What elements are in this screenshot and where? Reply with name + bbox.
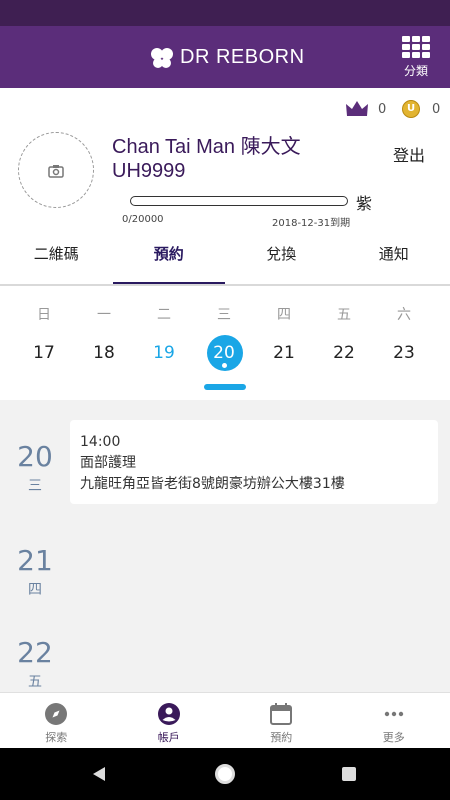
weekday-label: 五 <box>337 307 351 323</box>
date-cell[interactable]: 21 <box>254 336 314 372</box>
more-icon <box>384 711 403 717</box>
weekday-label: 二 <box>157 307 171 323</box>
day-weekday: 四 <box>28 582 42 598</box>
appointment-time: 14:00 <box>80 434 121 450</box>
expiry-date: 2018-12-31到期 <box>272 218 351 229</box>
butterfly-logo-icon <box>151 47 173 68</box>
brand-logo: DR REBORN <box>150 46 305 69</box>
member-id: UH9999 <box>112 160 186 182</box>
weekday-label: 六 <box>397 307 411 323</box>
tab-qrcode[interactable]: 二維碼 <box>0 238 113 286</box>
day-number: 21 <box>17 544 53 577</box>
recent-apps-icon[interactable] <box>342 767 356 781</box>
app-bar: DR REBORN 分類 <box>0 26 450 88</box>
status-bar <box>0 0 450 26</box>
nav-account[interactable]: 帳戶 <box>113 693 226 748</box>
weekday-label: 四 <box>277 307 291 323</box>
tab-booking[interactable]: 預約 <box>112 238 226 286</box>
nav-label: 更多 <box>382 731 405 744</box>
nav-explore[interactable]: 探索 <box>0 693 113 748</box>
day-header: 21 四 <box>0 544 70 599</box>
coin-icon: U <box>402 100 420 118</box>
weekday-label: 日 <box>37 307 51 323</box>
date-cell[interactable]: 23 <box>374 336 434 372</box>
day-header: 20 三 <box>0 440 70 495</box>
bottom-navigation: 探索 帳戶 預約 更多 <box>0 692 450 748</box>
weekday-label: 三 <box>217 307 231 323</box>
crown-count: 0 <box>378 102 387 117</box>
appointment-card[interactable]: 14:00 面部護理 九龍旺角亞皆老街8號朗豪坊辦公大樓31樓 <box>70 420 438 504</box>
points-progress-bar <box>130 196 348 206</box>
system-navigation-bar <box>0 748 450 800</box>
tab-notification[interactable]: 通知 <box>338 238 450 286</box>
day-weekday: 五 <box>28 674 42 690</box>
week-drag-handle[interactable] <box>204 384 246 390</box>
profile-card: 0 U 0 Chan Tai Man 陳大文 UH9999 登出 紫 0/200… <box>0 88 450 238</box>
date-cell[interactable]: 22 <box>314 336 374 372</box>
date-cell[interactable]: 17 <box>14 336 74 372</box>
weekday-label: 一 <box>97 307 111 323</box>
appointment-service: 面部護理 <box>80 455 136 471</box>
crown-icon <box>346 101 368 116</box>
brand-name: DR REBORN <box>180 46 305 68</box>
avatar[interactable] <box>18 132 94 208</box>
appointment-address: 九龍旺角亞皆老街8號朗豪坊辦公大樓31樓 <box>80 476 345 492</box>
account-icon <box>157 703 180 725</box>
tab-bar: 二維碼 預約 兌換 通知 <box>0 238 450 286</box>
date-cell-today[interactable]: 19 <box>134 336 194 372</box>
home-icon[interactable] <box>215 764 235 784</box>
tab-redeem[interactable]: 兌換 <box>225 238 338 286</box>
category-label: 分類 <box>403 64 428 78</box>
week-calendar: 日 一 二 三 四 五 六 17 18 19 20 21 22 23 <box>0 286 450 400</box>
nav-booking[interactable]: 預約 <box>225 693 338 748</box>
camera-icon <box>48 165 64 178</box>
event-dot <box>222 363 227 368</box>
back-icon[interactable] <box>92 766 106 782</box>
compass-icon <box>45 703 68 725</box>
nav-label: 帳戶 <box>157 731 180 744</box>
day-number: 22 <box>17 636 53 669</box>
logout-button[interactable]: 登出 <box>393 142 425 166</box>
weekday-row: 日 一 二 三 四 五 六 <box>14 304 434 324</box>
nav-label: 預約 <box>270 731 293 744</box>
nav-more[interactable]: 更多 <box>338 693 450 748</box>
nav-label: 探索 <box>45 731 68 744</box>
day-weekday: 三 <box>28 478 42 494</box>
grid-icon <box>402 36 430 58</box>
coin-count: 0 <box>432 102 441 117</box>
points-text: 0/20000 <box>122 214 164 225</box>
category-button[interactable]: 分類 <box>398 36 434 82</box>
date-cell[interactable]: 18 <box>74 336 134 372</box>
calendar-icon <box>270 703 293 725</box>
day-number: 20 <box>17 440 53 473</box>
day-header: 22 五 <box>0 636 70 691</box>
user-name: Chan Tai Man 陳大文 <box>112 136 301 158</box>
member-level: 紫 <box>356 194 373 213</box>
